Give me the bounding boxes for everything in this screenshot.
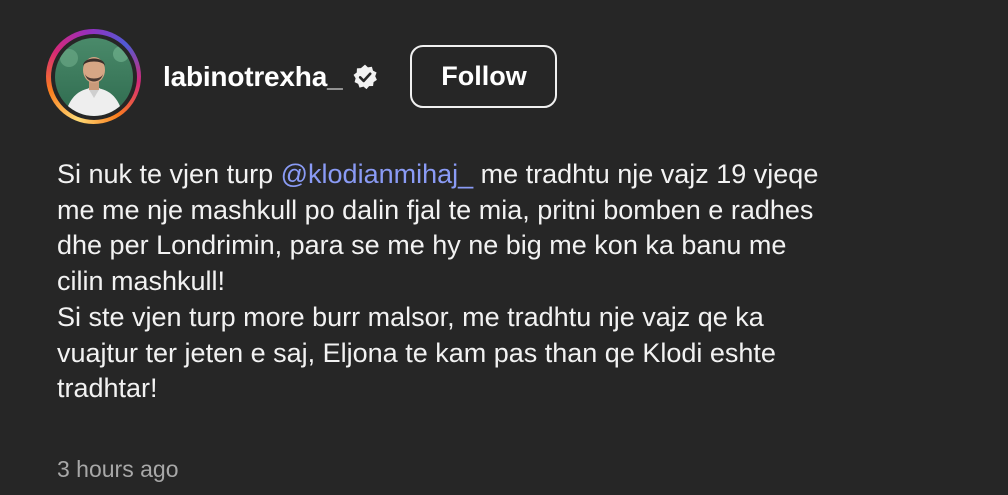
caption-line-7: tradhtar! (57, 373, 158, 404)
avatar[interactable] (54, 37, 133, 116)
caption-text: Si nuk te vjen turp (57, 159, 281, 189)
post-timestamp: 3 hours ago (57, 456, 179, 482)
mention-link[interactable]: @klodianmihaj_ (281, 159, 474, 189)
caption-line-3: dhe per Londrimin, para se me hy ne big … (57, 230, 787, 261)
username[interactable]: labinotrexha_ (163, 61, 343, 93)
follow-button[interactable]: Follow (410, 45, 558, 108)
verified-badge-icon (354, 64, 378, 89)
post-header: labinotrexha_ Follow (46, 29, 558, 124)
caption-line-2: me me nje mashkull po dalin fjal te mia,… (57, 194, 814, 225)
caption-line-6: vuajtur ter jeten e saj, Eljona te kam p… (57, 337, 776, 368)
caption-line-5: Si ste vjen turp more burr malsor, me tr… (57, 301, 764, 332)
caption-line-1: Si nuk te vjen turp @klodianmihaj_ me tr… (57, 157, 987, 193)
post-caption: Si nuk te vjen turp @klodianmihaj_ me tr… (57, 157, 987, 407)
story-ring[interactable] (46, 29, 141, 124)
caption-line-4: cilin mashkull! (57, 266, 226, 297)
avatar-gap (50, 33, 137, 120)
caption-text: me tradhtu nje vajz 19 vjeqe (473, 159, 819, 189)
